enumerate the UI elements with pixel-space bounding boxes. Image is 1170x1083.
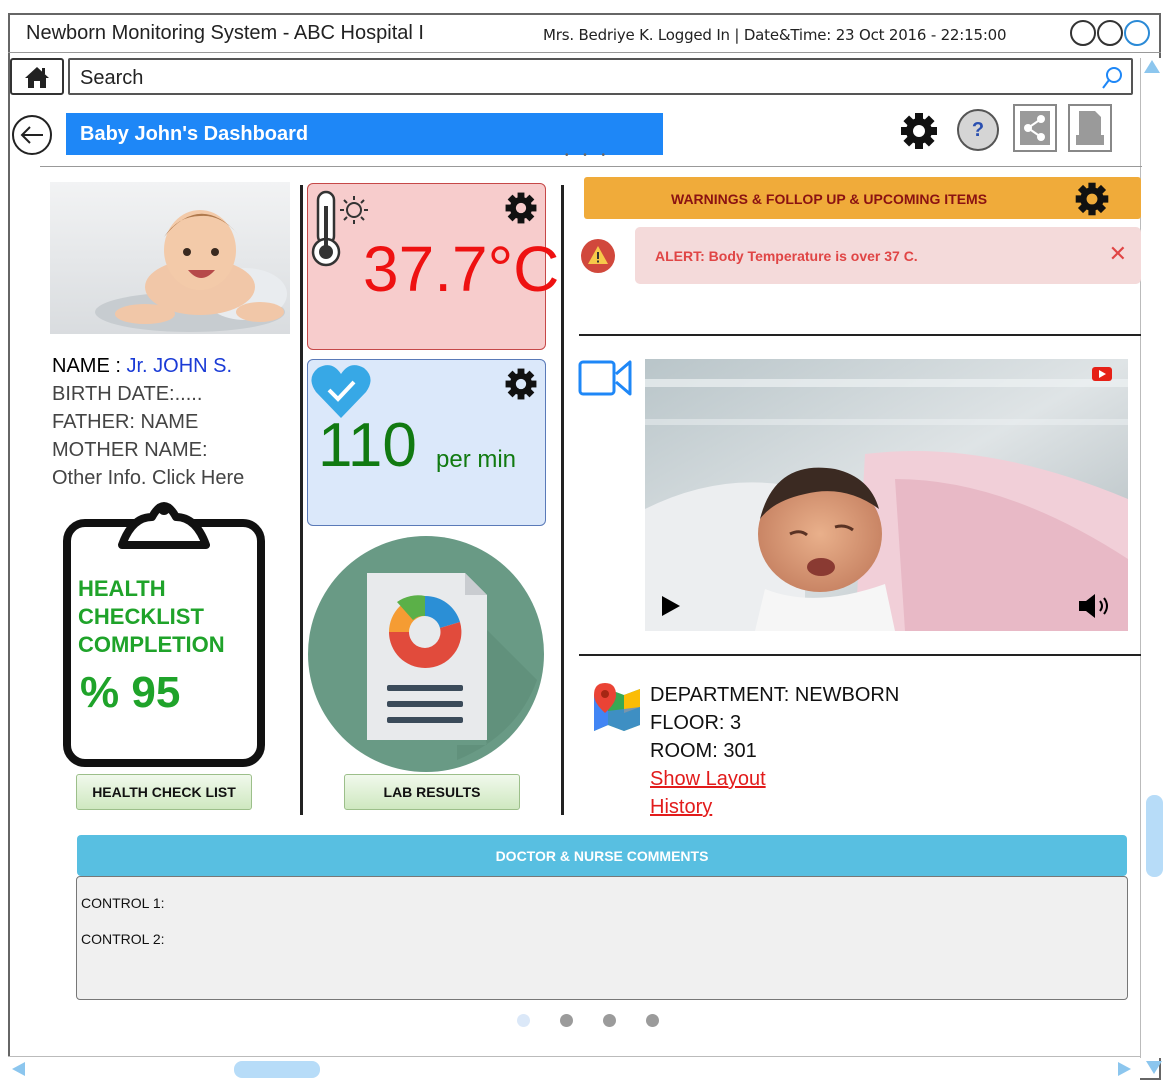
page-title: Baby John's Dashboard: [66, 113, 663, 155]
vertical-scroll-thumb[interactable]: [1146, 795, 1163, 877]
mother-name: MOTHER NAME:: [52, 439, 208, 461]
help-button[interactable]: ?: [957, 109, 999, 151]
search-placeholder: Search: [80, 67, 144, 89]
heart-rate-card[interactable]: 110 per min: [307, 359, 546, 526]
page-dot-4[interactable]: [646, 1014, 659, 1027]
drag-handle[interactable]: • • •: [565, 150, 611, 161]
volume-icon[interactable]: [1077, 592, 1113, 620]
close-window-button[interactable]: [1124, 20, 1150, 46]
horizontal-scroll-thumb[interactable]: [234, 1061, 320, 1078]
document-icon: [1076, 111, 1104, 145]
health-checklist-title: HEALTH CHECKLIST COMPLETION: [78, 576, 225, 657]
name-value: Jr. JOHN S.: [126, 355, 233, 377]
share-button[interactable]: [1013, 104, 1057, 152]
minimize-button[interactable]: [1070, 20, 1096, 46]
scroll-up-arrow-icon[interactable]: [1144, 60, 1160, 73]
close-icon[interactable]: ✕: [1109, 241, 1127, 267]
play-icon[interactable]: [660, 594, 682, 618]
location-info: DEPARTMENT: NEWBORN FLOOR: 3 ROOM: 301 S…: [650, 681, 899, 821]
health-checklist-percent: % 95: [80, 668, 181, 717]
heart-rate-unit: per min: [436, 446, 517, 473]
title-bar: Newborn Monitoring System - ABC Hospital…: [8, 13, 1161, 53]
gear-icon[interactable]: [503, 190, 539, 226]
show-layout-link[interactable]: Show Layout: [650, 765, 899, 793]
scroll-right-arrow-icon[interactable]: [1118, 1062, 1131, 1076]
heart-rate-value: 110: [318, 411, 417, 480]
temperature-value: 37.7°C: [363, 233, 560, 305]
thermometer-icon: [311, 190, 368, 267]
document-button[interactable]: [1068, 104, 1112, 152]
department-label: DEPARTMENT: NEWBORN: [650, 684, 900, 706]
video-player[interactable]: [645, 359, 1128, 631]
warnings-header: WARNINGS & FOLLOP UP & UPCOMING ITEMS: [584, 177, 1141, 219]
other-info-link[interactable]: Other Info. Click Here: [52, 464, 244, 492]
back-arrow-icon: [20, 126, 43, 144]
warning-triangle-icon: [581, 239, 615, 273]
floor-label: FLOOR: 3: [650, 712, 742, 734]
map-pin-icon: [594, 683, 640, 731]
baby-photo: [50, 182, 290, 334]
room-label: ROOM: 301: [650, 740, 757, 762]
page-dot-1[interactable]: [517, 1014, 530, 1027]
share-icon: [1020, 111, 1050, 145]
scroll-left-arrow-icon[interactable]: [12, 1062, 25, 1076]
profile-name: NAME : Jr. JOHN S.: [52, 352, 232, 380]
video-camera-icon[interactable]: [578, 356, 634, 400]
column-divider-left: [300, 185, 303, 815]
control-1-label: CONTROL 1:: [81, 895, 165, 911]
back-button[interactable]: [12, 115, 52, 155]
scroll-down-arrow-icon[interactable]: [1146, 1061, 1162, 1074]
gear-icon[interactable]: [503, 366, 539, 402]
alert-text: ALERT: Body Temperature is over 37 C.: [655, 248, 918, 264]
session-info: Mrs. Bedriye K. Logged In | Date&Time: 2…: [543, 26, 1007, 44]
app-title: Newborn Monitoring System - ABC Hospital…: [26, 22, 424, 44]
control-2-label: CONTROL 2:: [81, 931, 165, 947]
gear-icon[interactable]: [898, 110, 940, 152]
lab-report-icon[interactable]: [307, 535, 547, 775]
birth-date: BIRTH DATE:.....: [52, 383, 203, 405]
page-dot-2[interactable]: [560, 1014, 573, 1027]
maximize-button[interactable]: [1097, 20, 1123, 46]
temperature-card[interactable]: 37.7°C: [307, 183, 559, 350]
home-icon: [25, 66, 49, 88]
section-divider: [579, 654, 1141, 656]
name-label: NAME :: [52, 355, 121, 377]
vertical-scrollbar[interactable]: [1140, 58, 1161, 1058]
comments-textarea[interactable]: CONTROL 1: CONTROL 2:: [76, 876, 1128, 1000]
search-input[interactable]: Search: [68, 58, 1133, 95]
gear-icon[interactable]: [1073, 180, 1111, 218]
father-name: FATHER: NAME: [52, 411, 199, 433]
warnings-title: WARNINGS & FOLLOP UP & UPCOMING ITEMS: [671, 191, 988, 207]
health-check-list-button[interactable]: HEALTH CHECK LIST: [76, 774, 252, 810]
page-dot-3[interactable]: [603, 1014, 616, 1027]
horizontal-scrollbar[interactable]: [8, 1056, 1140, 1080]
comments-header: DOCTOR & NURSE COMMENTS: [77, 835, 1127, 876]
header-divider: [40, 166, 1142, 167]
alert-message: ALERT: Body Temperature is over 37 C. ✕: [635, 227, 1141, 284]
column-divider-right: [561, 185, 564, 815]
history-link[interactable]: History: [650, 793, 899, 821]
section-divider: [579, 334, 1141, 336]
lab-results-button[interactable]: LAB RESULTS: [344, 774, 520, 810]
home-button[interactable]: [10, 58, 64, 95]
search-icon[interactable]: [1101, 66, 1123, 90]
